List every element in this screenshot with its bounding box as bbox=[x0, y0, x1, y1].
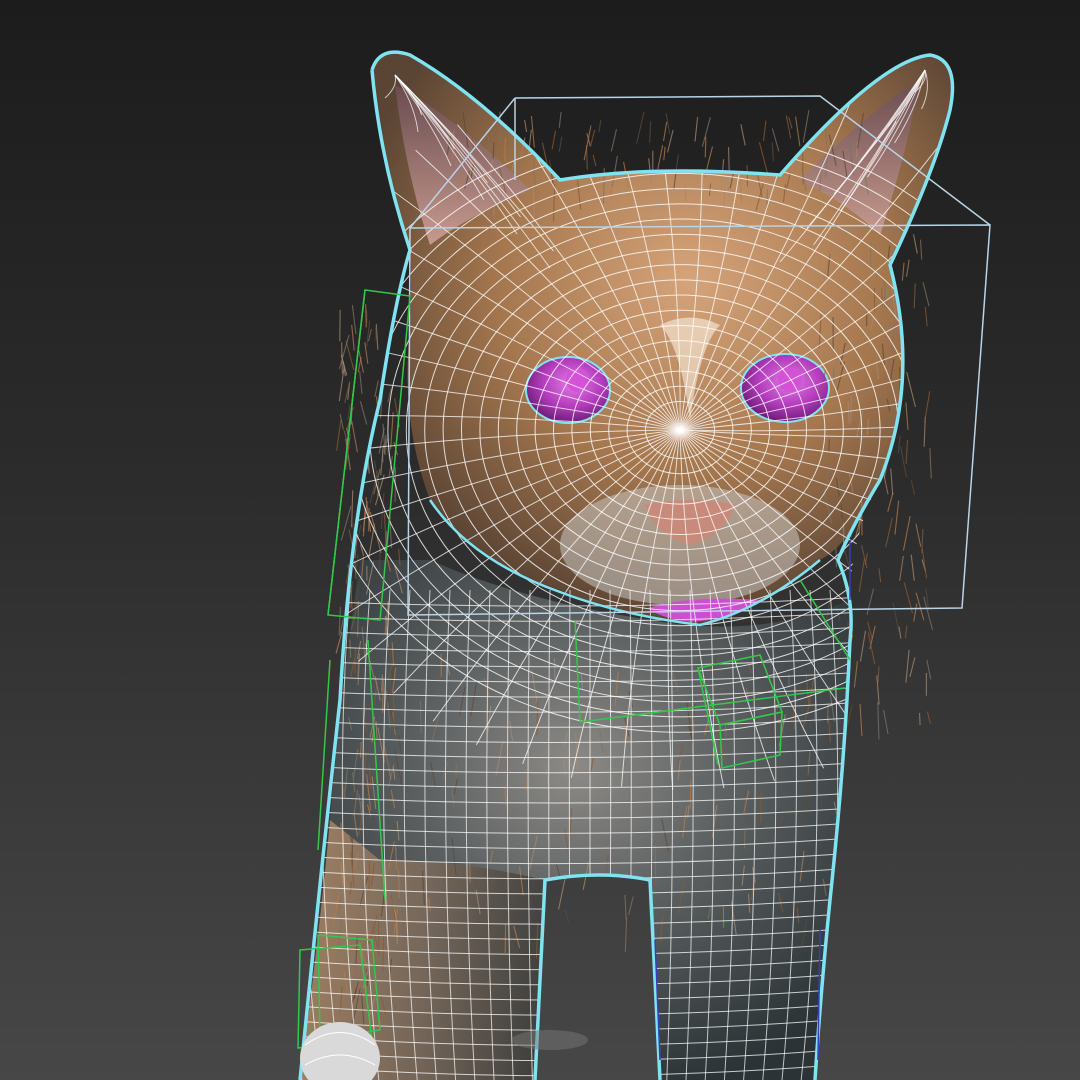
3d-viewport[interactable] bbox=[0, 0, 1080, 1080]
left-eye bbox=[525, 356, 611, 424]
left-pupil bbox=[566, 368, 590, 392]
viewport-scene[interactable] bbox=[0, 0, 1080, 1080]
ground-shadow bbox=[512, 1030, 588, 1050]
